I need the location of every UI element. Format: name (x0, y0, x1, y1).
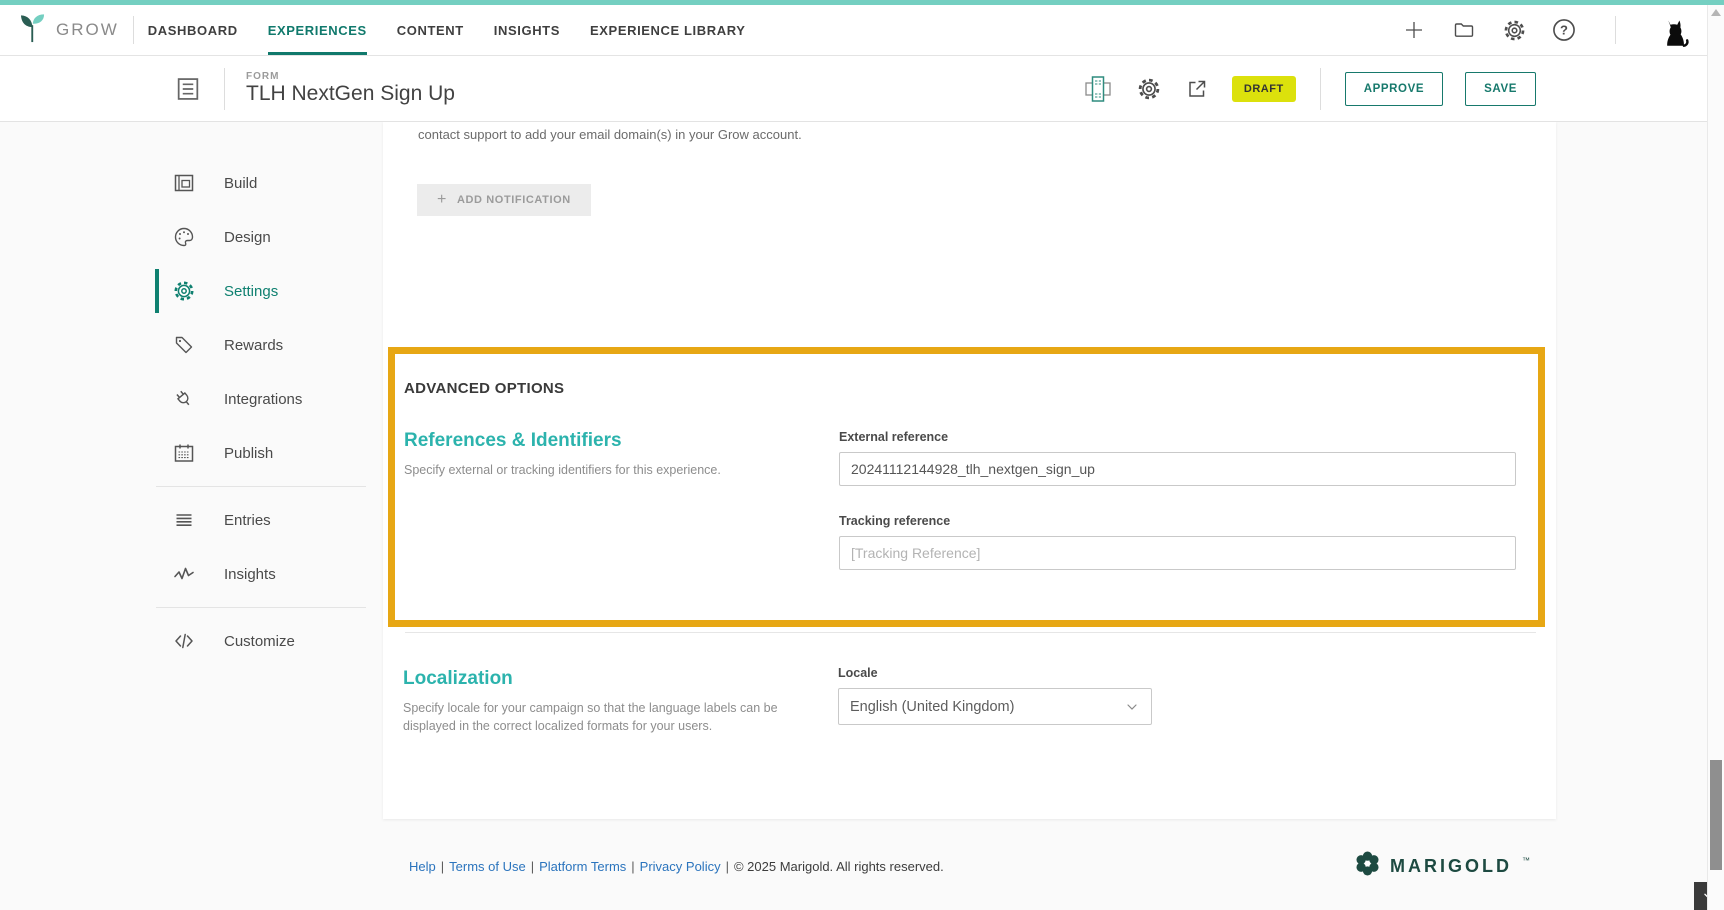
palette-icon (172, 224, 198, 250)
scrollbar-thumb[interactable] (1710, 760, 1722, 870)
brand-name: GROW (56, 20, 119, 40)
marigold-flower-icon (1354, 850, 1381, 882)
experience-sidebar: Build Design Settings Rewards Integratio… (0, 122, 383, 668)
approve-button[interactable]: APPROVE (1345, 72, 1443, 106)
page-body: Build Design Settings Rewards Integratio… (0, 122, 1724, 910)
top-navigation-bar: GROW DASHBOARD EXPERIENCES CONTENT INSIG… (0, 0, 1724, 56)
external-reference-label: External reference (839, 430, 1516, 444)
footer-separator: | (631, 859, 634, 874)
footer-separator: | (441, 859, 444, 874)
footer-link-terms-of-use[interactable]: Terms of Use (449, 859, 526, 874)
calendar-icon (172, 440, 198, 466)
sidebar-item-entries[interactable]: Entries (172, 493, 383, 547)
help-icon[interactable]: ? (1551, 17, 1577, 43)
marigold-brand: MARIGOLD ™ (1354, 850, 1530, 882)
sidebar-item-label: Publish (224, 445, 273, 462)
status-badge: DRAFT (1232, 76, 1296, 102)
form-list-icon[interactable] (173, 74, 203, 104)
sidebar-item-customize[interactable]: Customize (172, 614, 383, 668)
scrollbar-up-arrow[interactable] (1711, 9, 1721, 16)
nav-content[interactable]: CONTENT (397, 6, 464, 55)
experience-type-label: FORM (246, 71, 455, 83)
notifications-notice-text: contact support to add your email domain… (418, 127, 802, 142)
pulse-icon (172, 561, 198, 587)
tag-icon (172, 332, 198, 358)
save-button[interactable]: SAVE (1465, 72, 1536, 106)
sidebar-item-label: Entries (224, 512, 271, 529)
settings-gear-icon[interactable] (1501, 17, 1527, 43)
footer-separator: | (726, 859, 729, 874)
sidebar-item-design[interactable]: Design (172, 210, 383, 264)
localization-description: Specify locale for your campaign so that… (403, 700, 783, 735)
external-reference-input[interactable] (839, 452, 1516, 486)
nav-experiences[interactable]: EXPERIENCES (268, 6, 367, 55)
footer-link-help[interactable]: Help (409, 859, 436, 874)
nav-experience-library[interactable]: EXPERIENCE LIBRARY (590, 6, 746, 55)
localization-heading: Localization (403, 668, 783, 690)
footer-copyright: © 2025 Marigold. All rights reserved. (734, 859, 944, 874)
tracking-reference-label: Tracking reference (839, 514, 1516, 528)
footer-links: Help | Terms of Use | Platform Terms | Privacy… (409, 859, 944, 874)
settings-content-card: contact support to add your email domain… (383, 122, 1556, 819)
plug-icon (172, 386, 198, 412)
sidebar-item-label: Rewards (224, 337, 283, 354)
user-avatar-cat[interactable] (1654, 8, 1694, 52)
advanced-options-highlight-box: ADVANCED OPTIONS References & Identifier… (388, 347, 1545, 627)
footer-link-privacy-policy[interactable]: Privacy Policy (640, 859, 721, 874)
header-divider (133, 16, 134, 44)
tracking-reference-input[interactable] (839, 536, 1516, 570)
preview-device-icon[interactable] (1082, 73, 1114, 105)
nav-insights[interactable]: INSIGHTS (494, 6, 560, 55)
sidebar-item-label: Integrations (224, 391, 302, 408)
sidebar-item-label: Insights (224, 566, 276, 583)
plus-icon: + (437, 195, 447, 205)
sidebar-item-publish[interactable]: Publish (172, 426, 383, 480)
sidebar-item-insights[interactable]: Insights (172, 547, 383, 601)
open-external-icon[interactable] (1184, 76, 1210, 102)
build-icon (172, 170, 198, 196)
experience-settings-gear-icon[interactable] (1136, 76, 1162, 102)
vertical-scrollbar[interactable] (1707, 5, 1724, 910)
chevron-down-icon (1124, 699, 1140, 715)
create-new-icon[interactable] (1401, 17, 1427, 43)
trademark-symbol: ™ (1522, 856, 1530, 865)
form-header-bar: FORM TLH NextGen Sign Up DRAFT (0, 56, 1724, 122)
sidebar-item-label: Build (224, 175, 257, 192)
primary-nav: DASHBOARD EXPERIENCES CONTENT INSIGHTS E… (148, 6, 746, 55)
footer-link-platform-terms[interactable]: Platform Terms (539, 859, 626, 874)
sidebar-item-integrations[interactable]: Integrations (172, 372, 383, 426)
experience-title: TLH NextGen Sign Up (246, 82, 455, 106)
advanced-options-title: ADVANCED OPTIONS (404, 380, 1518, 397)
nav-dashboard[interactable]: DASHBOARD (148, 6, 238, 55)
locale-selected-value: English (United Kingdom) (850, 699, 1014, 715)
grow-plant-icon (18, 12, 48, 49)
sidebar-item-build[interactable]: Build (172, 156, 383, 210)
folder-icon[interactable] (1451, 17, 1477, 43)
form-header-divider (224, 68, 225, 110)
header-divider (1615, 16, 1616, 44)
section-divider (405, 632, 1536, 633)
sidebar-item-rewards[interactable]: Rewards (172, 318, 383, 372)
sidebar-divider (156, 486, 366, 487)
sidebar-item-label: Settings (224, 283, 278, 300)
references-identifiers-heading: References & Identifiers (404, 430, 839, 452)
gear-icon (172, 278, 198, 304)
references-description: Specify external or tracking identifiers… (404, 462, 839, 480)
add-notification-label: ADD NOTIFICATION (457, 194, 571, 206)
help-glyph: ? (1560, 23, 1568, 38)
form-header-divider (1320, 68, 1321, 110)
marigold-wordmark: MARIGOLD (1390, 856, 1512, 877)
sidebar-item-settings[interactable]: Settings (172, 264, 383, 318)
page-footer: Help | Terms of Use | Platform Terms | Privacy… (383, 844, 1556, 888)
add-notification-button[interactable]: + ADD NOTIFICATION (417, 184, 591, 216)
code-icon (172, 628, 198, 654)
grow-brand[interactable]: GROW (18, 12, 119, 49)
sidebar-divider (156, 607, 366, 608)
locale-label: Locale (838, 666, 1152, 680)
footer-separator: | (531, 859, 534, 874)
list-lines-icon (172, 507, 198, 533)
sidebar-item-label: Design (224, 229, 271, 246)
sidebar-item-label: Customize (224, 633, 295, 650)
locale-select[interactable]: English (United Kingdom) (838, 688, 1152, 725)
